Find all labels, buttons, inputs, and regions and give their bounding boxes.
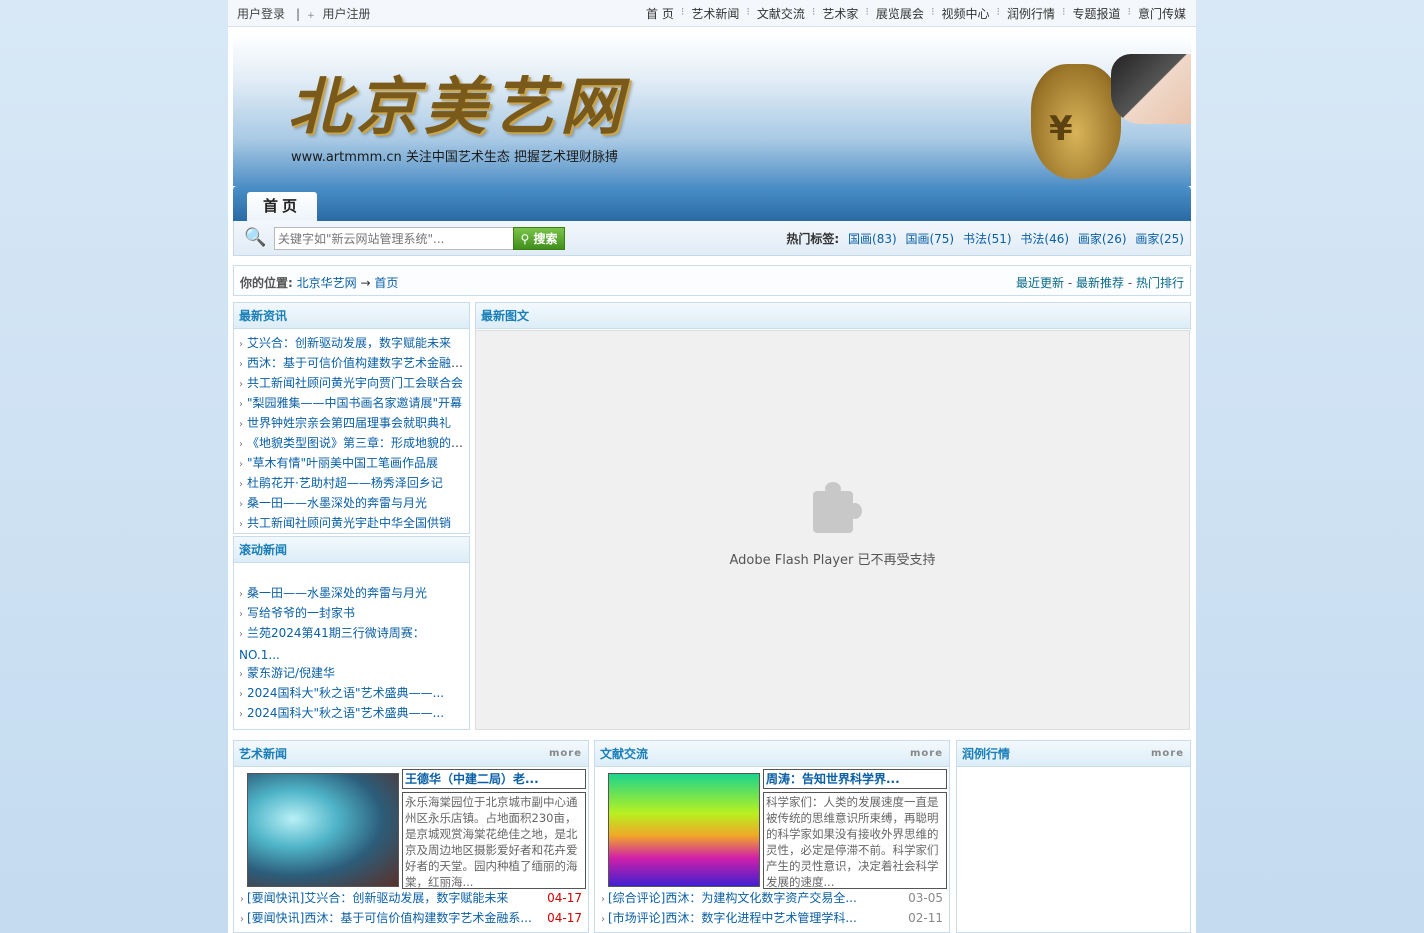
search-icon: 🔍 [244, 227, 267, 248]
news-summary: 永乐海棠园位于北京城市副中心通州区永乐店镇。占地面积230亩，是京城观赏海棠花绝… [402, 792, 586, 889]
money-bag-icon: ¥ [1031, 64, 1121, 179]
list-item[interactable]: › 2024国科大"秋之语"艺术盛典——... [239, 683, 464, 703]
list-item[interactable]: › 兰苑2024第41期三行微诗周赛：NO.1... [239, 623, 464, 663]
latest-recommend-link[interactable]: 最新推荐 [1076, 276, 1124, 290]
nav-video[interactable]: 视频中心 [941, 5, 989, 22]
nav-exhibitions[interactable]: 展览展会 [876, 5, 924, 22]
list-item[interactable]: › 共工新闻社顾问黄光宇向贾门工会联合会 [239, 373, 464, 393]
news-summary: 科学家们：人类的发展速度一直是被传统的思维意识所束缚，再聪明的科学家如果没有接收… [763, 792, 947, 889]
list-item[interactable]: › 艾兴合：创新驱动发展，数字赋能未来 [239, 333, 464, 353]
news-thumbnail[interactable] [247, 773, 399, 887]
panel-title: 最新图文 [476, 303, 1190, 329]
news-line[interactable]: › [要闻快讯]西沐：基于可信价值构建数字艺术金融系... 04-17 [240, 908, 582, 928]
panel-title: 滚动新闻 [234, 537, 469, 563]
tag-link[interactable]: 书法(46) [1020, 232, 1069, 246]
list-item[interactable]: › 桑一田——水墨深处的奔雷与月光 [239, 583, 464, 603]
pricing-panel: 润例行情 more [956, 740, 1191, 933]
plugin-icon [813, 482, 862, 533]
nav-art-news[interactable]: 艺术新闻 [691, 5, 739, 22]
list-item[interactable]: › 2024国科大"秋之语"艺术盛典——... [239, 703, 464, 723]
latest-news-panel: 最新资讯 › 艾兴合：创新驱动发展，数字赋能未来 › 西沐：基于可信价值构建数字艺术… [233, 302, 470, 534]
news-line[interactable]: › [综合评论]西沐：为建构文化数字资产交易全... 03-05 [601, 888, 943, 908]
top-nav: 首 页 ⁝ 艺术新闻 ⁝ 文献交流 ⁝ 艺术家 ⁝ 展览展会 ⁝ 视频中心 ⁝ 润例行情 ⁝ … [646, 5, 1186, 22]
panel-title: 艺术新闻 [239, 747, 288, 761]
nav-media[interactable]: 意门传媒 [1138, 5, 1186, 22]
list-item[interactable]: › "梨园雅集——中国书画名家邀请展"开幕 [239, 393, 464, 413]
panel-title: 最新资讯 [234, 303, 469, 329]
recent-updates-link[interactable]: 最近更新 [1016, 276, 1064, 290]
breadcrumb: 你的位置: 北京华艺网 → 首页 最近更新 - 最新推荐 - 热门排行 [233, 265, 1191, 296]
top-bar: 用户登录 | + 用户注册 首 页 ⁝ 艺术新闻 ⁝ 文献交流 ⁝ 艺术家 ⁝ 展览展会 ⁝ … [228, 0, 1196, 27]
hot-ranking-link[interactable]: 热门排行 [1136, 276, 1184, 290]
panel-title: 文献交流 [600, 747, 649, 761]
login-link[interactable]: 用户登录 [237, 7, 285, 21]
user-links: 用户登录 | + 用户注册 [237, 5, 374, 22]
list-item[interactable]: › 世界钟姓宗亲会第四届理事会就职典礼 [239, 413, 464, 433]
list-item[interactable]: › 《地貌类型图说》第三章：形成地貌的作用 [239, 433, 464, 453]
page-wrapper: 用户登录 | + 用户注册 首 页 ⁝ 艺术新闻 ⁝ 文献交流 ⁝ 艺术家 ⁝ 展览展会 ⁝ … [228, 0, 1196, 933]
featured-panel: 最新图文 [475, 302, 1191, 330]
news-headline[interactable]: 王德华（中建二局）老... [402, 769, 586, 789]
flash-placeholder: Adobe Flash Player 已不再受支持 [475, 330, 1190, 730]
scroll-news-panel: 滚动新闻 › 桑一田——水墨深处的奔雷与月光 › 写给爷爷的一封家书 › 兰苑2024… [233, 536, 470, 730]
main-menu: 首页 [233, 186, 1191, 221]
arrow-icon: → [360, 276, 371, 290]
site-slogan: www.artmmm.cn 关注中国艺术生态 把握艺术理财脉搏 [291, 150, 619, 165]
search-button[interactable]: ⚲ 搜索 [513, 227, 565, 250]
breadcrumb-label: 你的位置: [240, 276, 293, 290]
search-input[interactable] [274, 227, 514, 250]
list-item[interactable]: › "草木有情"叶丽美中国工笔画作品展 [239, 453, 464, 473]
news-headline[interactable]: 周涛：告知世界科学界... [763, 769, 947, 789]
register-link[interactable]: 用户注册 [322, 7, 370, 21]
nav-home[interactable]: 首 页 [646, 5, 674, 22]
search-bar: 🔍 ⚲ 搜索 热门标签: 国画(83) 国画(75) 书法(51) 书法(46)… [233, 221, 1191, 256]
news-line[interactable]: › [要闻快讯]艾兴合：创新驱动发展，数字赋能未来 04-17 [240, 888, 582, 908]
site-banner: 北京美艺网 www.artmmm.cn 关注中国艺术生态 把握艺术理财脉搏 ¥ [233, 34, 1191, 186]
panel-title: 润例行情 [962, 747, 1011, 761]
news-list: › 艾兴合：创新驱动发展，数字赋能未来 › 西沐：基于可信价值构建数字艺术金融系统 … [234, 329, 469, 537]
breadcrumb-page[interactable]: 首页 [374, 276, 398, 290]
divider: | [296, 7, 301, 21]
breadcrumb-site[interactable]: 北京华艺网 [297, 276, 357, 290]
hot-tags-label: 热门标签: [786, 232, 840, 246]
more-link[interactable]: more [910, 741, 943, 767]
tag-link[interactable]: 国画(75) [905, 232, 954, 246]
nav-artists[interactable]: 艺术家 [822, 5, 858, 22]
list-item[interactable]: › 共工新闻社顾问黄光宇赴中华全国供销 [239, 513, 464, 533]
nav-special[interactable]: 专题报道 [1072, 5, 1120, 22]
tag-link[interactable]: 国画(83) [848, 232, 897, 246]
list-item[interactable]: › 杜鹃花开·艺助村超——杨秀泽回乡记 [239, 473, 464, 493]
list-item[interactable]: › 桑一田——水墨深处的奔雷与月光 [239, 493, 464, 513]
news-line[interactable]: › [市场评论]西沐：数字化进程中艺术管理学科... 02-11 [601, 908, 943, 928]
tag-link[interactable]: 画家(25) [1135, 232, 1184, 246]
news-thumbnail[interactable] [608, 773, 760, 887]
list-item[interactable]: › 蒙东游记/倪建华 [239, 663, 464, 683]
tab-home[interactable]: 首页 [247, 192, 317, 221]
plus-icon: + [307, 11, 315, 21]
nav-pricing[interactable]: 润例行情 [1007, 5, 1055, 22]
tag-link[interactable]: 画家(26) [1078, 232, 1127, 246]
hot-tags: 热门标签: 国画(83) 国画(75) 书法(51) 书法(46) 画家(26)… [786, 230, 1184, 247]
hand-with-key-icon [1111, 54, 1191, 124]
list-item[interactable]: › 西沐：基于可信价值构建数字艺术金融系统 [239, 353, 464, 373]
scroll-list: › 桑一田——水墨深处的奔雷与月光 › 写给爷爷的一封家书 › 兰苑2024第41期三… [234, 563, 469, 727]
flash-message: Adobe Flash Player 已不再受支持 [729, 553, 936, 568]
nav-literature[interactable]: 文献交流 [757, 5, 805, 22]
list-item[interactable]: › 写给爷爷的一封家书 [239, 603, 464, 623]
more-link[interactable]: more [549, 741, 582, 767]
more-link[interactable]: more [1151, 741, 1184, 767]
tag-link[interactable]: 书法(51) [963, 232, 1012, 246]
site-logo[interactable]: 北京美艺网 [288, 56, 628, 146]
